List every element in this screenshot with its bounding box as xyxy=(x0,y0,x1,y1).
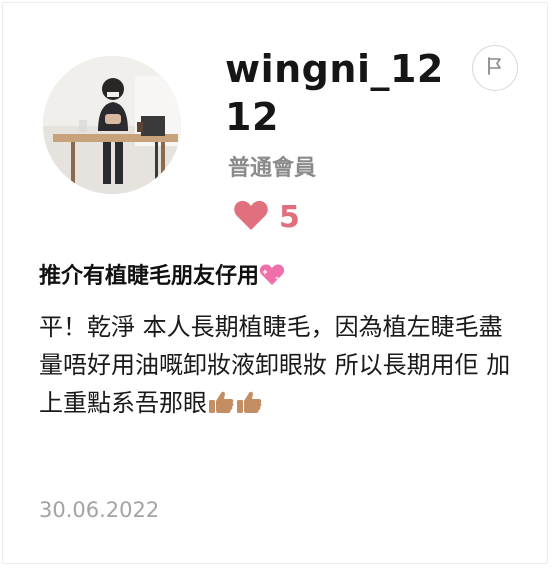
review-title: 推介有植睫毛朋友仔用 xyxy=(39,258,285,293)
username: wingni_1212 xyxy=(225,47,444,139)
sparkling-heart-emoji xyxy=(259,263,285,293)
avatar xyxy=(43,56,181,194)
member-type-label: 普通會員 xyxy=(228,156,317,181)
like-button[interactable]: 5 xyxy=(233,199,300,235)
flag-icon xyxy=(486,56,504,80)
review-date: 30.06.2022 xyxy=(39,498,160,522)
review-body-text: 平！乾淨 本人長期植睫毛，因為植左睫毛盡量唔好用油嘅卸妝液卸眼妝 所以長期用佢 … xyxy=(39,313,511,417)
like-count: 5 xyxy=(279,199,300,235)
thumbs-up-emoji xyxy=(207,388,263,426)
heart-icon xyxy=(233,199,269,235)
review-title-text: 推介有植睫毛朋友仔用 xyxy=(39,264,260,289)
review-card: wingni_1212 普通會員 5 推介有植睫毛朋友仔用 平！乾淨 本人長期植… xyxy=(2,2,548,564)
review-body: 平！乾淨 本人長期植睫毛，因為植左睫毛盡量唔好用油嘅卸妝液卸眼妝 所以長期用佢 … xyxy=(39,308,517,426)
report-button[interactable] xyxy=(472,45,518,91)
